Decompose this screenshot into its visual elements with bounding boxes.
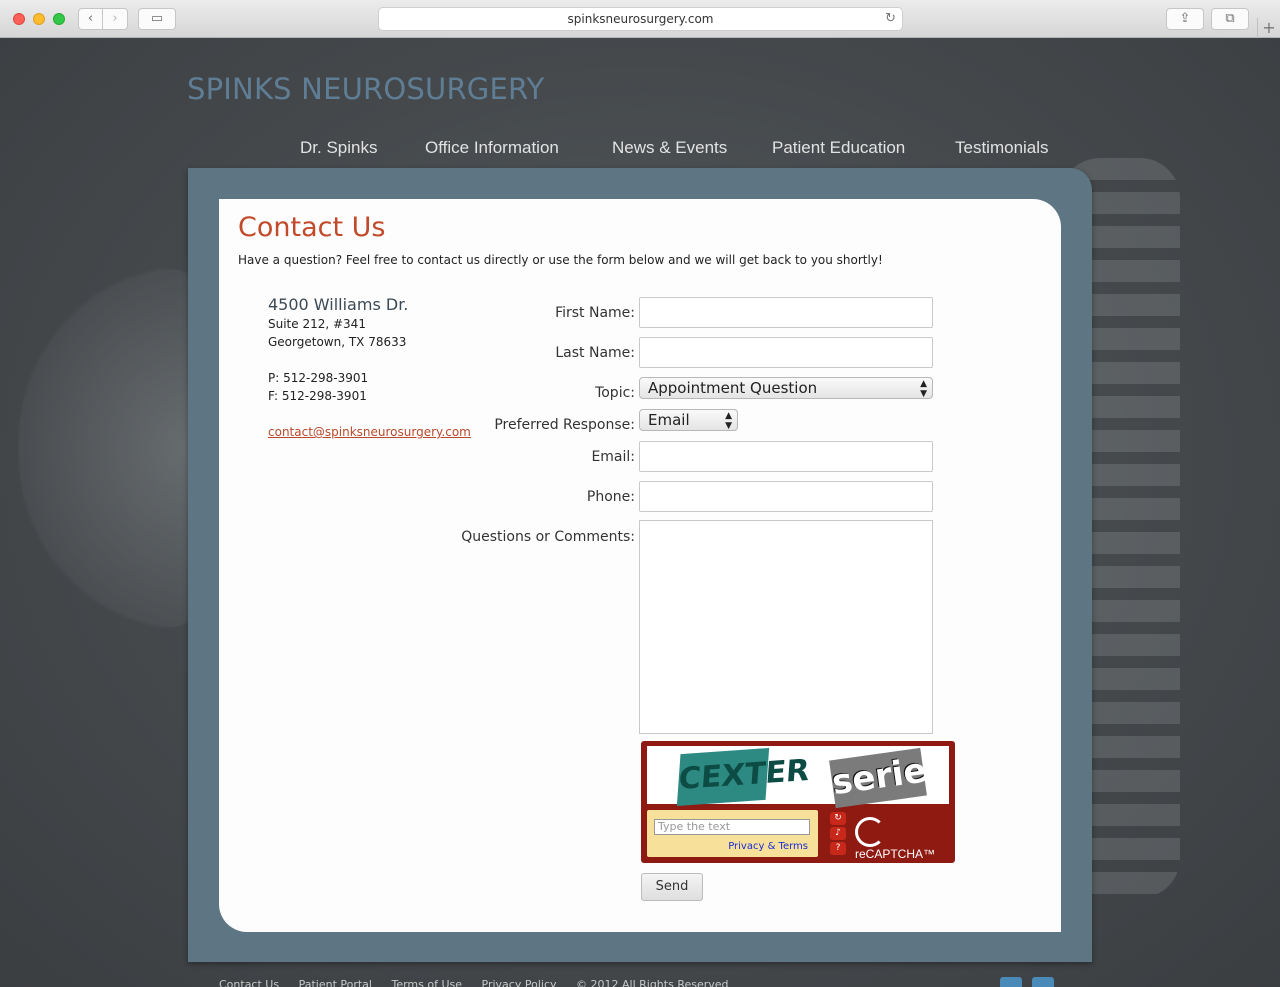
twitter-icon[interactable] [1000,977,1022,987]
reload-icon[interactable]: ↻ [885,8,896,30]
recaptcha-widget: CEXTER serie Type the text Privacy & Ter… [641,741,955,863]
captcha-input-area: Type the text Privacy & Terms [647,810,818,857]
captcha-word-2: serie [829,747,929,809]
new-tab-button[interactable]: + [1257,18,1280,38]
fax-number: F: 512-298-3901 [268,389,367,403]
page-title: Contact Us [238,212,386,243]
preferred-response-select[interactable]: Email ▲ ▼ [639,409,738,431]
address-suite: Suite 212, #341 [268,317,366,331]
comments-label: Questions or Comments: [461,529,635,545]
address-city: Georgetown, TX 78633 [268,335,407,349]
chevron-left-icon: ‹ [87,11,94,26]
topic-select-value: Appointment Question [648,379,818,397]
sidebar-toggle-button[interactable]: ▭ [138,8,176,30]
share-icon: ⇪ [1179,11,1191,26]
footer-links: Contact Us Patient Portal Terms of Use P… [219,978,745,987]
content-frame: Contact Us Have a question? Feel free to… [188,168,1092,962]
captcha-controls: ↻ ♪ ? [827,812,849,857]
help-icon[interactable]: ? [830,842,846,855]
nav-dr-spinks[interactable]: Dr. Spinks [300,138,377,158]
share-button[interactable]: ⇪ [1166,8,1204,30]
footer-copyright: © 2012 All Rights Reserved [576,978,729,987]
nav-office-information[interactable]: Office Information [425,138,559,158]
captcha-privacy-link[interactable]: Privacy & Terms [728,841,808,852]
nav-testimonials[interactable]: Testimonials [955,138,1049,158]
nav-news-events[interactable]: News & Events [612,138,727,158]
nav-patient-education[interactable]: Patient Education [772,138,905,158]
preferred-response-label: Preferred Response: [494,417,635,433]
email-field[interactable] [639,441,933,472]
forward-button[interactable]: › [102,8,128,30]
send-button[interactable]: Send [641,873,703,901]
footer-terms-link[interactable]: Terms of Use [391,978,462,987]
recaptcha-logo-text: reCAPTCHA™ [855,847,936,861]
comments-textarea[interactable] [639,520,933,734]
zoom-window-button[interactable] [53,13,65,25]
show-tabs-button[interactable]: ⧉ [1211,8,1249,30]
captcha-input[interactable]: Type the text [654,819,810,835]
select-arrows-icon: ▲ ▼ [920,379,927,399]
first-name-field[interactable] [639,297,933,328]
address-bar[interactable]: spinksneurosurgery.com ↻ [378,7,903,31]
refresh-icon[interactable]: ↻ [830,812,846,825]
footer-portal-link[interactable]: Patient Portal [299,978,372,987]
minimize-window-button[interactable] [33,13,45,25]
footer-privacy-link[interactable]: Privacy Policy [482,978,557,987]
phone-number: P: 512-298-3901 [268,371,369,385]
chevron-right-icon: › [112,11,118,26]
address-street: 4500 Williams Dr. [268,295,409,314]
audio-icon[interactable]: ♪ [830,827,846,840]
first-name-label: First Name: [555,305,635,321]
tabs-icon: ⧉ [1225,11,1235,26]
phone-label: Phone: [586,489,635,505]
topic-select[interactable]: Appointment Question ▲ ▼ [639,377,933,399]
intro-text: Have a question? Feel free to contact us… [238,253,883,267]
recaptcha-logo: reCAPTCHA™ [855,817,955,861]
phone-field[interactable] [639,481,933,512]
captcha-image: CEXTER serie [647,746,949,809]
browser-toolbar: ‹ › ▭ spinksneurosurgery.com ↻ ⇪ ⧉ + [0,0,1280,38]
recaptcha-ring-icon [855,817,885,847]
email-label: Email: [591,449,635,465]
last-name-field[interactable] [639,337,933,368]
last-name-label: Last Name: [555,345,635,361]
web-page: SPINKS NEUROSURGERY Dr. Spinks Office In… [0,38,1280,987]
contact-email-link[interactable]: contact@spinksneurosurgery.com [268,425,471,439]
address-block: 4500 Williams Dr. Suite 212, #341 George… [268,295,471,441]
topic-label: Topic: [595,385,635,401]
site-title[interactable]: SPINKS NEUROSURGERY [187,72,544,106]
select-arrows-icon: ▲ ▼ [725,411,732,431]
sidebar-icon: ▭ [150,11,164,26]
footer-contact-link[interactable]: Contact Us [219,978,279,987]
preferred-response-value: Email [648,411,690,429]
captcha-word-1: CEXTER [676,747,811,807]
back-button[interactable]: ‹ [78,8,103,30]
url-text: spinksneurosurgery.com [567,12,714,26]
content-panel: Contact Us Have a question? Feel free to… [219,199,1061,932]
close-window-button[interactable] [13,13,25,25]
linkedin-icon[interactable] [1032,977,1054,987]
